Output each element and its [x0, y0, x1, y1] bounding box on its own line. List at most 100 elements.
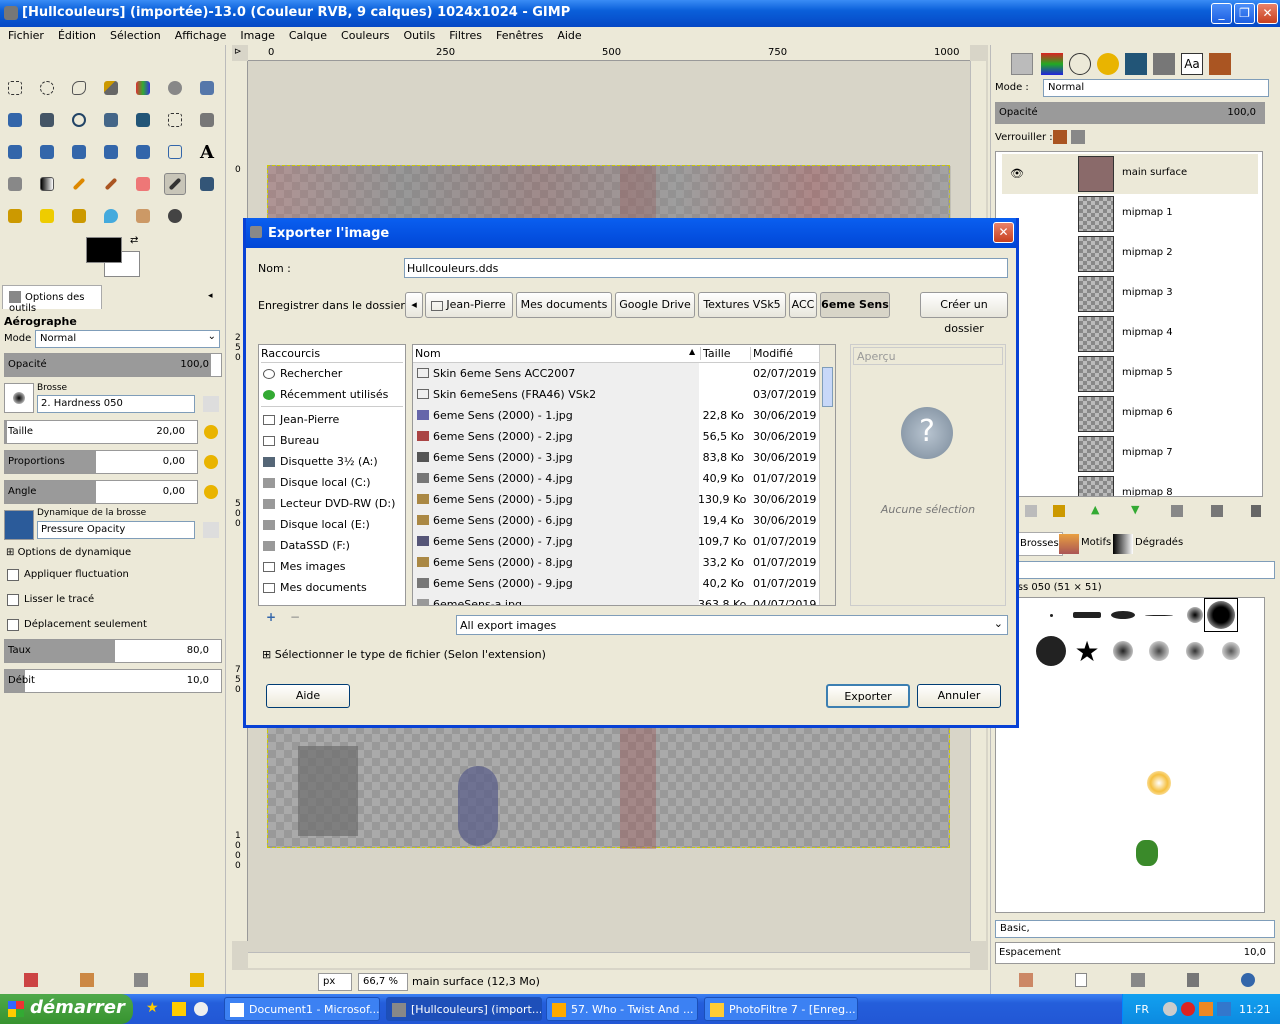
column-size[interactable]: Taille: [700, 347, 731, 360]
quick-launch-icon[interactable]: [172, 1002, 186, 1016]
duplicate-brush-icon[interactable]: [1131, 973, 1145, 987]
delete-options-icon[interactable]: [134, 973, 148, 987]
crumb-6eme-sens[interactable]: 6eme Sens: [820, 292, 890, 318]
brush-cell[interactable]: [1108, 636, 1138, 666]
create-folder-button[interactable]: Créer un dossier: [920, 292, 1008, 335]
layers-tab-icon[interactable]: [1011, 53, 1033, 75]
menu-filtres[interactable]: Filtres: [449, 27, 482, 45]
menu-fichier[interactable]: Fichier: [8, 27, 44, 45]
task-winamp[interactable]: 57. Who - Twist And ...: [546, 997, 698, 1021]
brush-cell-selected[interactable]: [1204, 598, 1238, 632]
paths-tool-icon[interactable]: [4, 109, 26, 131]
zoom-tool-icon[interactable]: [68, 109, 90, 131]
paths-tab-icon[interactable]: [1069, 53, 1091, 75]
brush-cell[interactable]: [1108, 600, 1138, 630]
anchor-layer-icon[interactable]: [1211, 505, 1223, 517]
ink-tool-icon[interactable]: [196, 173, 218, 195]
task-gimp[interactable]: [Hullcouleurs] (import...: [386, 997, 542, 1021]
maximize-button[interactable]: ❐: [1234, 3, 1255, 24]
reset-aspect-icon[interactable]: [204, 455, 218, 469]
menu-selection[interactable]: Sélection: [110, 27, 161, 45]
align-tool-icon[interactable]: [164, 109, 186, 131]
crumb-acc[interactable]: ACC: [789, 292, 817, 318]
dodge-burn-tool-icon[interactable]: [164, 205, 186, 227]
dynamics-preview-button[interactable]: [4, 510, 34, 540]
brush-cell[interactable]: [1132, 838, 1162, 868]
edit-brush-button-icon[interactable]: [1019, 973, 1033, 987]
pattern-tab-icon[interactable]: [1153, 53, 1175, 75]
scrollbar-thumb[interactable]: [822, 367, 833, 407]
heal-tool-icon[interactable]: [36, 205, 58, 227]
brush-cell[interactable]: [1036, 636, 1066, 666]
clone-tool-icon[interactable]: [4, 205, 26, 227]
angle-slider[interactable]: Angle 0,00: [4, 480, 198, 504]
tray-icon[interactable]: [1217, 1002, 1231, 1016]
mode-select[interactable]: Normal ⌄: [35, 330, 220, 348]
remove-bookmark-icon[interactable]: −: [290, 610, 300, 624]
crop-tool-icon[interactable]: [196, 109, 218, 131]
shear-tool-icon[interactable]: [68, 141, 90, 163]
raise-layer-icon[interactable]: ▲: [1091, 503, 1099, 516]
brush-name-field[interactable]: 2. Hardness 050: [37, 395, 195, 413]
place-recent[interactable]: Récemment utilisés: [263, 384, 388, 405]
file-row[interactable]: Skin 6eme Sens ACC2007 02/07/2019: [413, 363, 819, 384]
file-row[interactable]: 6eme Sens (2000) - 3.jpg 83,8 Ko 30/06/201…: [413, 447, 819, 468]
foreground-color-front[interactable]: [86, 237, 122, 263]
lock-pixels-icon[interactable]: [1053, 130, 1067, 144]
scale-tool-icon[interactable]: [36, 141, 58, 163]
file-filter-select[interactable]: All export images ⌄: [456, 615, 1008, 635]
file-row[interactable]: 6eme Sens (2000) - 7.jpg 109,7 Ko 01/07/20…: [413, 531, 819, 552]
crumb-jean-pierre[interactable]: Jean-Pierre: [425, 292, 513, 318]
layers-opacity-slider[interactable]: Opacité 100,0: [995, 102, 1265, 124]
tab-brushes[interactable]: Brosses: [1017, 532, 1063, 556]
new-group-icon[interactable]: [1053, 505, 1065, 517]
place-disk-c[interactable]: Disque local (C:): [263, 472, 371, 493]
crumb-mes-documents[interactable]: Mes documents: [516, 292, 612, 318]
place-documents[interactable]: Mes documents: [263, 577, 367, 598]
dynamics-options-expander[interactable]: ⊞ Options de dynamique: [6, 547, 131, 558]
move-tool-icon[interactable]: [132, 109, 154, 131]
menu-affichage[interactable]: Affichage: [175, 27, 227, 45]
fuzzy-select-tool-icon[interactable]: [100, 77, 122, 99]
rotate-tool-icon[interactable]: [4, 141, 26, 163]
lock-alpha-icon[interactable]: [1071, 130, 1085, 144]
color-select-tool-icon[interactable]: [132, 77, 154, 99]
rect-select-tool-icon[interactable]: [4, 77, 26, 99]
brush-cell[interactable]: [1180, 636, 1210, 666]
horizontal-scrollbar[interactable]: [248, 952, 970, 968]
task-document1[interactable]: Document1 - Microsof...: [224, 997, 380, 1021]
spacing-slider[interactable]: Espacement 10,0: [995, 942, 1275, 964]
blend-tool-icon[interactable]: [36, 173, 58, 195]
cage-tool-icon[interactable]: [164, 141, 186, 163]
file-row[interactable]: 6eme Sens (2000) - 9.jpg 40,2 Ko 01/07/201…: [413, 573, 819, 594]
place-home[interactable]: Jean-Pierre: [263, 409, 339, 430]
brush-cell[interactable]: [1036, 600, 1066, 630]
perspective-clone-tool-icon[interactable]: [68, 205, 90, 227]
layer-row[interactable]: mipmap 4: [1002, 314, 1258, 354]
layer-row[interactable]: mipmap 5: [1002, 354, 1258, 394]
rate-slider[interactable]: Taux 80,0: [4, 639, 222, 663]
airbrush-tool-icon[interactable]: [164, 173, 186, 195]
menu-edition[interactable]: Édition: [58, 27, 96, 45]
pencil-tool-icon[interactable]: [68, 173, 90, 195]
smudge-tool-icon[interactable]: [132, 205, 154, 227]
brush-filter-select[interactable]: [995, 561, 1275, 579]
flip-tool-icon[interactable]: [132, 141, 154, 163]
paintbrush-tool-icon[interactable]: [100, 173, 122, 195]
tray-icon[interactable]: [1199, 1002, 1213, 1016]
file-row[interactable]: 6eme Sens (2000) - 4.jpg 40,9 Ko 01/07/201…: [413, 468, 819, 489]
edit-dynamics-icon[interactable]: [203, 522, 219, 538]
place-floppy[interactable]: Disquette 3½ (A:): [263, 451, 378, 472]
unit-select[interactable]: px: [318, 973, 352, 991]
layer-row[interactable]: mipmap 2: [1002, 234, 1258, 274]
close-button[interactable]: ✕: [1257, 3, 1278, 24]
reset-size-icon[interactable]: [204, 425, 218, 439]
crumb-back-button[interactable]: ◂: [405, 292, 423, 318]
layers-mode-select[interactable]: Normal: [1043, 79, 1269, 97]
menu-image[interactable]: Image: [240, 27, 274, 45]
file-name-input[interactable]: Hullcouleurs.dds: [404, 258, 1008, 278]
new-brush-icon[interactable]: [1075, 973, 1087, 987]
tab-gradients[interactable]: Dégradés: [1135, 537, 1183, 548]
brush-cell[interactable]: [1144, 636, 1174, 666]
place-search[interactable]: Rechercher: [263, 363, 342, 384]
